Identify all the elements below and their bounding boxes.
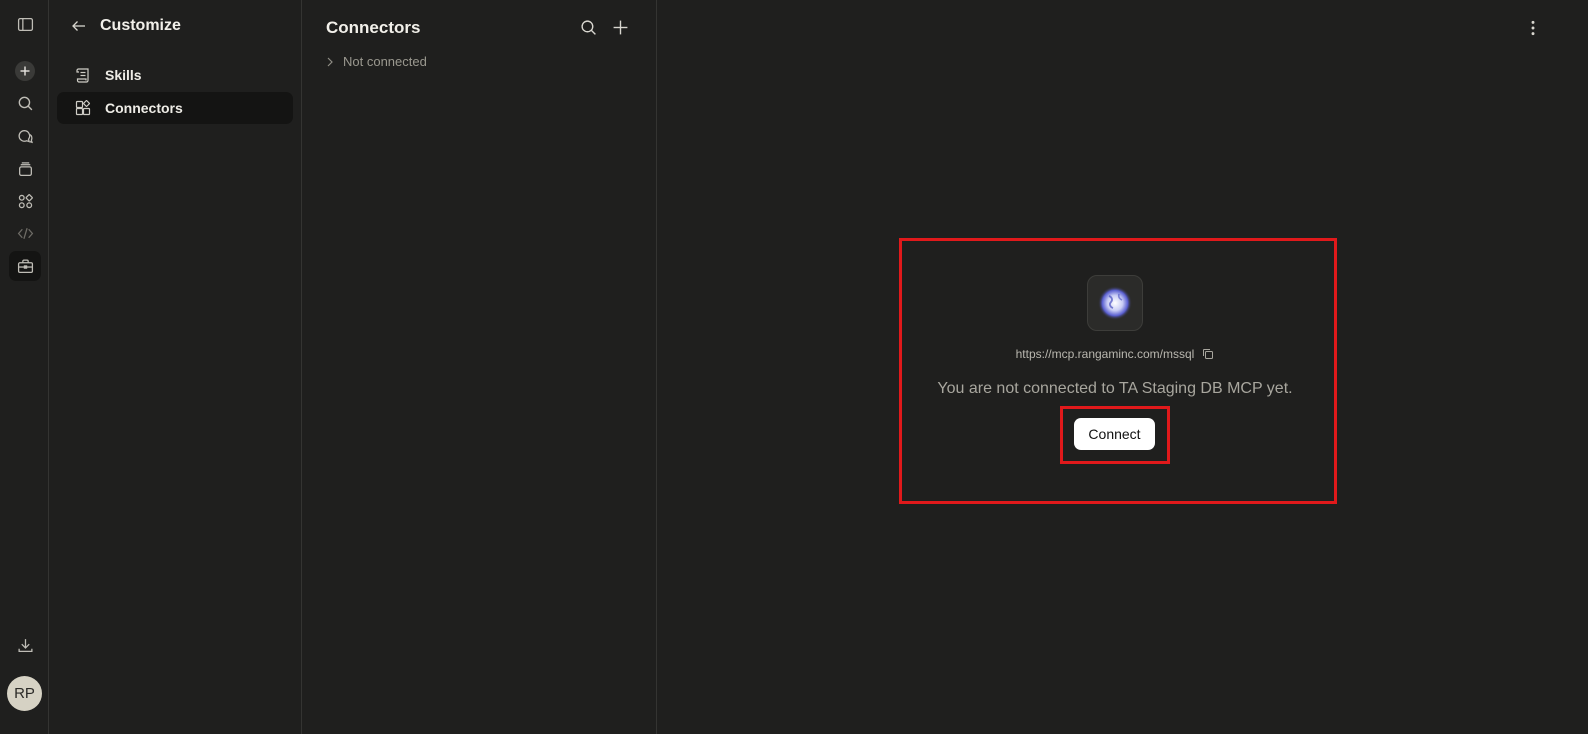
globe-icon bbox=[1098, 286, 1132, 320]
connector-logo bbox=[1087, 275, 1143, 331]
artifacts-icon[interactable] bbox=[9, 186, 41, 216]
connectors-icon bbox=[74, 99, 92, 117]
search-icon[interactable] bbox=[9, 88, 41, 118]
connector-url-row: https://mcp.rangaminc.com/mssql bbox=[657, 347, 1573, 361]
nav-item-connectors[interactable]: Connectors bbox=[57, 92, 293, 124]
connectors-title: Connectors bbox=[326, 18, 421, 37]
avatar[interactable]: RP bbox=[7, 676, 42, 711]
new-chat-button[interactable] bbox=[9, 56, 41, 86]
customize-panel: Customize Skills Connectors bbox=[49, 0, 302, 734]
more-options-icon[interactable] bbox=[1522, 16, 1544, 40]
connectors-list-panel: Connectors Not connected bbox=[302, 0, 657, 734]
download-icon[interactable] bbox=[9, 630, 41, 660]
customize-icon[interactable] bbox=[9, 251, 41, 281]
sidebar-toggle-icon[interactable] bbox=[9, 9, 41, 39]
nav-item-label: Connectors bbox=[105, 100, 183, 116]
code-icon[interactable] bbox=[9, 218, 41, 248]
nav-item-label: Skills bbox=[105, 67, 142, 83]
page-title: Customize bbox=[100, 17, 181, 34]
connector-url: https://mcp.rangaminc.com/mssql bbox=[1015, 347, 1195, 361]
icon-rail: RP bbox=[0, 0, 49, 734]
add-connector-icon[interactable] bbox=[610, 16, 630, 38]
back-arrow-icon[interactable] bbox=[68, 15, 90, 37]
copy-icon[interactable] bbox=[1202, 348, 1214, 360]
nav-item-skills[interactable]: Skills bbox=[57, 59, 293, 91]
connectors-actions bbox=[578, 16, 630, 38]
group-label: Not connected bbox=[343, 54, 427, 69]
connector-detail: https://mcp.rangaminc.com/mssql You are … bbox=[657, 0, 1588, 734]
new-chat-icon bbox=[15, 61, 35, 81]
chats-icon[interactable] bbox=[9, 121, 41, 151]
app-window: RP Customize Skills Connectors Connector… bbox=[0, 0, 1588, 734]
search-icon[interactable] bbox=[578, 16, 598, 38]
skills-icon bbox=[74, 66, 92, 84]
not-connected-group[interactable]: Not connected bbox=[324, 54, 427, 69]
chevron-right-icon bbox=[327, 57, 333, 66]
status-message: You are not connected to TA Staging DB M… bbox=[937, 380, 1293, 397]
projects-icon[interactable] bbox=[9, 154, 41, 184]
connect-button[interactable]: Connect bbox=[1074, 418, 1155, 450]
customize-header: Customize bbox=[68, 14, 181, 38]
